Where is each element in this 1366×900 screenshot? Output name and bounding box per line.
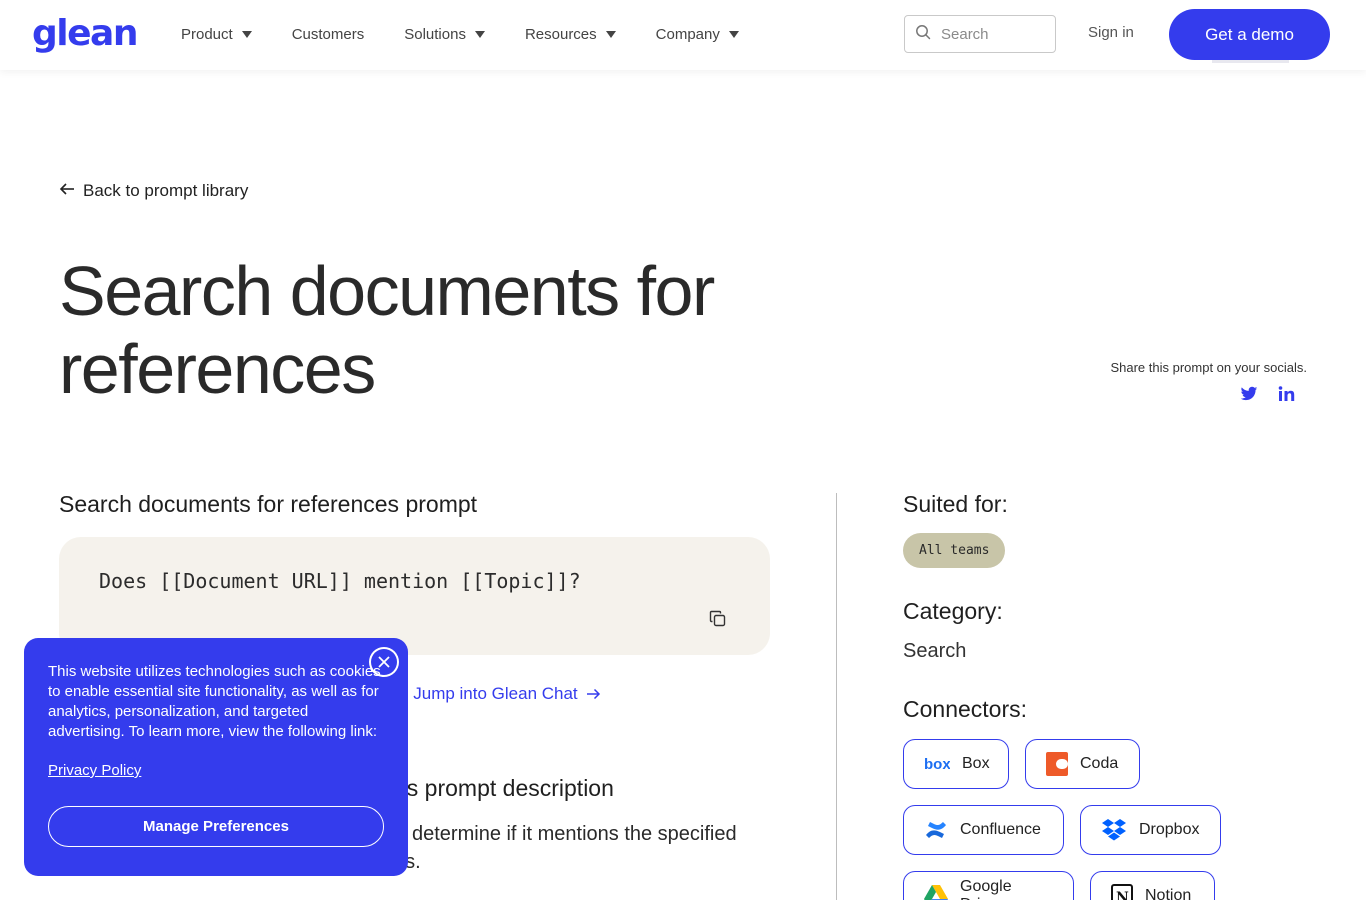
nav-solutions-label: Solutions	[404, 25, 466, 43]
column-divider	[836, 493, 837, 900]
category-heading: Category:	[903, 598, 1003, 624]
jump-into-chat-label: Jump into Glean Chat	[413, 684, 578, 703]
get-demo-button[interactable]: Get a demo	[1169, 9, 1330, 60]
arrow-left-icon	[59, 181, 83, 201]
prompt-heading: Search documents for references prompt	[59, 491, 478, 517]
privacy-policy-link[interactable]: Privacy Policy	[48, 762, 141, 779]
jump-into-chat-link[interactable]: Jump into Glean Chat	[413, 684, 600, 704]
cookie-banner: This website utilizes technologies such …	[24, 638, 408, 876]
chevron-down-icon	[605, 30, 616, 38]
search-icon	[915, 24, 931, 45]
nav-product[interactable]: Product	[181, 22, 252, 46]
connector-label: Notion	[1145, 887, 1192, 900]
nav-customers-label: Customers	[291, 25, 365, 43]
page-title: Search documents for references	[59, 252, 715, 408]
dropbox-icon	[1101, 819, 1127, 841]
coda-icon	[1046, 752, 1068, 776]
search-input[interactable]	[941, 25, 1041, 43]
nav-company-label: Company	[655, 25, 720, 43]
share-text: Share this prompt on your socials.	[1110, 360, 1307, 375]
manage-preferences-button[interactable]: Manage Preferences	[48, 806, 384, 847]
try-prompt-line: y! Jump into Glean Chat	[392, 684, 601, 704]
notion-icon: N	[1111, 884, 1133, 900]
prompt-text: Does [[Document URL]] mention [[Topic]]?	[99, 569, 581, 593]
twitter-icon[interactable]	[1240, 386, 1258, 407]
share-icons	[1240, 386, 1295, 407]
site-header: glean Product Customers Solutions Resour…	[0, 0, 1366, 70]
connector-notion[interactable]: N Notion	[1090, 871, 1215, 900]
cookie-message: This website utilizes technologies such …	[48, 663, 381, 740]
svg-text:box: box	[924, 757, 950, 771]
description-text: determine if it mentions the specified g…	[394, 820, 774, 876]
connector-label: Confluence	[960, 821, 1041, 838]
connector-google-drive[interactable]: Google Drive	[903, 871, 1074, 900]
back-link-label: Back to prompt library	[83, 181, 249, 200]
description-heading: es prompt description	[394, 775, 614, 801]
nav-resources-label: Resources	[524, 25, 597, 43]
connector-label: Dropbox	[1139, 821, 1200, 838]
chevron-down-icon	[241, 30, 252, 38]
nav-resources[interactable]: Resources	[525, 22, 616, 46]
nav-customers[interactable]: Customers	[292, 22, 365, 46]
description-line-2: gs.	[394, 848, 774, 876]
connector-label: Google Drive	[960, 878, 1012, 900]
sign-in-link[interactable]: Sign in	[1088, 24, 1134, 41]
nav-product-label: Product	[181, 25, 233, 43]
copy-icon[interactable]	[709, 610, 726, 632]
arrow-right-icon	[586, 688, 600, 700]
connectors-heading: Connectors:	[903, 696, 1028, 722]
connector-label: Coda	[1080, 755, 1119, 772]
box-icon: box	[924, 757, 950, 771]
nav-company[interactable]: Company	[656, 22, 739, 46]
glean-logo[interactable]: glean	[32, 14, 138, 54]
team-chip[interactable]: All teams	[903, 533, 1006, 568]
connector-coda[interactable]: Coda	[1025, 739, 1140, 789]
main-nav: Product Customers Solutions Resources Co…	[181, 22, 779, 46]
category-value: Search	[903, 640, 967, 662]
google-drive-icon	[924, 885, 948, 900]
connector-dropbox[interactable]: Dropbox	[1080, 805, 1221, 855]
connector-label: Box	[962, 755, 990, 772]
linkedin-icon[interactable]	[1278, 386, 1295, 407]
header-accent-bar	[1212, 60, 1289, 63]
nav-solutions[interactable]: Solutions	[404, 22, 485, 46]
back-to-library-link[interactable]: Back to prompt library	[59, 181, 248, 201]
chevron-down-icon	[474, 30, 485, 38]
suited-for-heading: Suited for:	[903, 491, 1008, 517]
chevron-down-icon	[728, 30, 739, 38]
connector-confluence[interactable]: Confluence	[903, 805, 1064, 855]
confluence-icon	[924, 818, 948, 842]
search-field[interactable]	[904, 15, 1056, 53]
connector-box[interactable]: box Box	[903, 739, 1009, 789]
description-line-1: determine if it mentions the specified	[412, 823, 737, 845]
svg-text:N: N	[1116, 890, 1129, 900]
